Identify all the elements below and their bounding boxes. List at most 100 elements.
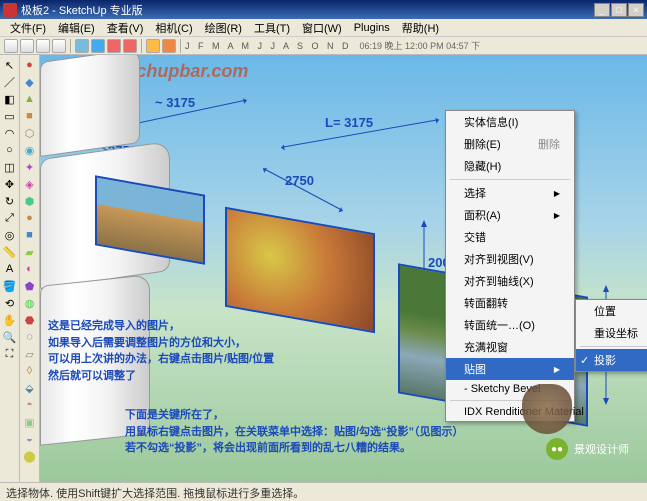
menu-item-area[interactable]: 面积(A) [446,204,574,226]
rotate-tool-icon[interactable]: ↻ [2,193,18,209]
plugin-tool-icon[interactable]: ◌ [22,329,38,345]
submenu-texture: 位置 重设坐标 ✓投影 [575,299,647,372]
month-scale[interactable]: J F M A M J J A S O N D [185,41,352,51]
menu-item-delete[interactable]: 删除(E)删除 [446,133,574,155]
plugin-tool-icon[interactable]: ◉ [22,142,38,158]
line-tool-icon[interactable]: ／ [2,74,18,90]
toolbar-button[interactable] [107,39,121,53]
menu-window[interactable]: 窗口(W) [296,20,348,36]
separator [180,39,181,53]
menu-item-align-view[interactable]: 对齐到视图(V) [446,248,574,270]
menu-view[interactable]: 查看(V) [101,20,150,36]
orbit-tool-icon[interactable]: ⟲ [2,295,18,311]
viewport[interactable]: www.sketchupbar.com ~ 3175 2750 L= 3175 … [40,55,647,482]
plugin-tool-icon[interactable]: ▲ [22,91,38,107]
toolbar-button[interactable] [36,39,50,53]
menu-item-intersect[interactable]: 交错 [446,226,574,248]
toolbar-button[interactable] [75,39,89,53]
plugin-tool-icon[interactable]: ⬟ [22,278,38,294]
left-toolbar-2: ● ◆ ▲ ■ ⬡ ◉ ✦ ◈ ⬢ ● ■ ▰ ◐ ⬟ ◍ ⬣ ◌ ▱ ◊ ⬙ … [20,55,40,482]
menu-item-align-axis[interactable]: 对齐到轴线(X) [446,270,574,292]
status-bar: 选择物体. 使用Shift键扩大选择范围. 拖拽鼠标进行多重选择。 [0,482,647,500]
zoom-tool-icon[interactable]: 🔍 [2,329,18,345]
plugin-tool-icon[interactable]: ⬣ [22,312,38,328]
push-tool-icon[interactable]: ◫ [2,159,18,175]
plugin-tool-icon[interactable]: ■ [22,227,38,243]
text-tool-icon[interactable]: A [2,261,18,277]
texture-image[interactable] [225,207,375,333]
plugin-tool-icon[interactable]: ◆ [22,74,38,90]
pan-tool-icon[interactable]: ✋ [2,312,18,328]
separator [70,39,71,53]
plugin-tool-icon[interactable]: ◈ [22,176,38,192]
menu-edit[interactable]: 编辑(E) [52,20,101,36]
rect-tool-icon[interactable]: ▭ [2,108,18,124]
menu-bar: 文件(F) 编辑(E) 查看(V) 相机(C) 绘图(R) 工具(T) 窗口(W… [0,19,647,37]
arc-tool-icon[interactable]: ◠ [2,125,18,141]
offset-tool-icon[interactable]: ◎ [2,227,18,243]
plugin-tool-icon[interactable]: ◐ [22,261,38,277]
plugin-tool-icon[interactable]: ▱ [22,346,38,362]
submenu-item-position[interactable]: 位置 [576,300,647,322]
plugin-tool-icon[interactable]: ⬡ [22,125,38,141]
menu-item-entity-info[interactable]: 实体信息(I) [446,111,574,133]
plugin-tool-icon[interactable]: ◓ [22,397,38,413]
zoom-extents-icon[interactable]: ⛶ [2,346,18,362]
toolbar-button[interactable] [162,39,176,53]
menu-help[interactable]: 帮助(H) [396,20,445,36]
plugin-tool-icon[interactable]: ◒ [22,431,38,447]
plugin-tool-icon[interactable]: ● [22,210,38,226]
menu-item-unify[interactable]: 转面统一…(O) [446,314,574,336]
dim-width2: L= 3175 [325,115,373,130]
menu-tools[interactable]: 工具(T) [248,20,296,36]
scale-tool-icon[interactable]: ⤢ [2,210,18,226]
plugin-tool-icon[interactable]: ● [22,57,38,73]
toolbar-button[interactable] [20,39,34,53]
select-tool-icon[interactable]: ↖ [2,57,18,73]
plugin-tool-icon[interactable]: ✦ [22,159,38,175]
context-menu: 实体信息(I) 删除(E)删除 隐藏(H) 选择 面积(A) 交错 对齐到视图(… [445,110,575,422]
menu-item-hide[interactable]: 隐藏(H) [446,155,574,177]
plugin-tool-icon[interactable]: ⬤ [22,448,38,464]
menu-item-flip[interactable]: 转面翻转 [446,292,574,314]
dim-width1: ~ 3175 [155,95,195,110]
minimize-button[interactable]: _ [594,3,610,17]
plugin-tool-icon[interactable]: ▣ [22,414,38,430]
toolbar-button[interactable] [123,39,137,53]
menu-item-zoom[interactable]: 充满视窗 [446,336,574,358]
move-tool-icon[interactable]: ✥ [2,176,18,192]
toolbar-button[interactable] [91,39,105,53]
maximize-button[interactable]: □ [611,3,627,17]
submenu-item-projected[interactable]: ✓投影 [576,349,647,371]
toolbar: J F M A M J J A S O N D 06:19 晚上 12:00 P… [0,37,647,55]
menu-separator [580,346,647,347]
plugin-tool-icon[interactable]: ⬙ [22,380,38,396]
model-surface[interactable] [40,55,140,157]
tape-tool-icon[interactable]: 📏 [2,244,18,260]
plugin-tool-icon[interactable]: ◍ [22,295,38,311]
left-toolbar-1: ↖ ／ ◧ ▭ ◠ ○ ◫ ✥ ↻ ⤢ ◎ 📏 A 🪣 ⟲ ✋ 🔍 ⛶ [0,55,20,482]
plugin-tool-icon[interactable]: ◊ [22,363,38,379]
toolbar-button[interactable] [52,39,66,53]
wechat-watermark: ●● 景观设计师 [546,438,629,460]
close-button[interactable]: × [628,3,644,17]
paint-tool-icon[interactable]: 🪣 [2,278,18,294]
menu-draw[interactable]: 绘图(R) [199,20,248,36]
menu-separator [450,179,570,180]
submenu-item-reset[interactable]: 重设坐标 [576,322,647,344]
plugin-tool-icon[interactable]: ■ [22,108,38,124]
toolbar-button[interactable] [146,39,160,53]
menu-item-texture[interactable]: 贴图 [446,358,574,380]
app-icon [3,3,17,17]
toolbar-button[interactable] [4,39,18,53]
eraser-tool-icon[interactable]: ◧ [2,91,18,107]
separator [141,39,142,53]
menu-item-select[interactable]: 选择 [446,182,574,204]
plugin-icon [522,384,572,434]
menu-camera[interactable]: 相机(C) [149,20,198,36]
menu-file[interactable]: 文件(F) [4,20,52,36]
plugin-tool-icon[interactable]: ▰ [22,244,38,260]
plugin-tool-icon[interactable]: ⬢ [22,193,38,209]
menu-plugins[interactable]: Plugins [348,22,396,34]
circle-tool-icon[interactable]: ○ [2,142,18,158]
